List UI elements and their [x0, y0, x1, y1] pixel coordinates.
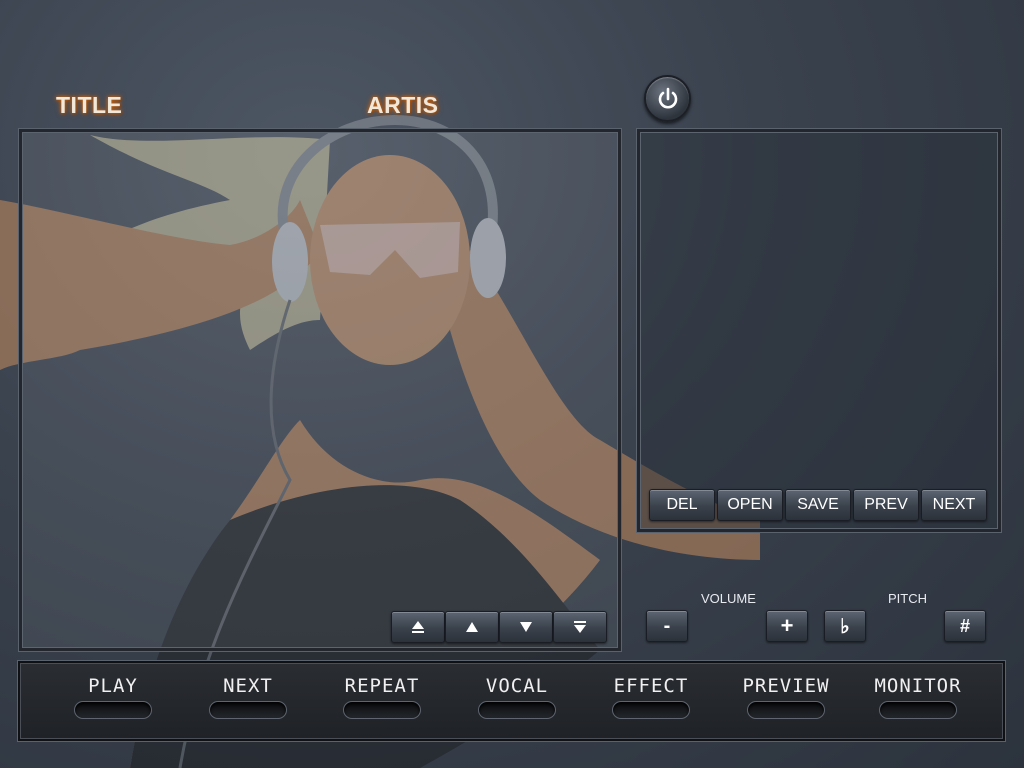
monitor-control[interactable]: MONITOR: [853, 675, 983, 719]
effect-button[interactable]: [612, 701, 690, 719]
monitor-label: MONITOR: [874, 675, 962, 697]
play-button[interactable]: [74, 701, 152, 719]
bottom-control-bar: PLAY NEXT REPEAT VOCAL EFFECT PREVIEW MO…: [18, 661, 1005, 741]
open-button[interactable]: OPEN: [717, 489, 783, 521]
volume-down-button[interactable]: -: [646, 610, 688, 642]
preview-control[interactable]: PREVIEW: [721, 675, 851, 719]
move-up-button[interactable]: [445, 611, 499, 643]
volume-label: VOLUME: [701, 591, 756, 606]
save-button[interactable]: SAVE: [785, 489, 851, 521]
next-track-button[interactable]: [209, 701, 287, 719]
move-top-button[interactable]: [391, 611, 445, 643]
pitch-sharp-button[interactable]: #: [944, 610, 986, 642]
play-label: PLAY: [88, 675, 138, 697]
effect-label: EFFECT: [613, 675, 689, 697]
move-top-icon: [412, 621, 424, 633]
del-button[interactable]: DEL: [649, 489, 715, 521]
pitch-label: PITCH: [888, 591, 927, 606]
preview-label: PREVIEW: [742, 675, 830, 697]
repeat-label: REPEAT: [344, 675, 420, 697]
playlist-panel[interactable]: DEL OPEN SAVE PREV NEXT: [637, 129, 1001, 532]
vocal-label: VOCAL: [485, 675, 549, 697]
next-label: NEXT: [223, 675, 273, 697]
move-up-icon: [466, 622, 478, 632]
power-icon: [658, 87, 677, 108]
move-bottom-button[interactable]: [553, 611, 607, 643]
volume-up-button[interactable]: +: [766, 610, 808, 642]
next-button[interactable]: NEXT: [921, 489, 987, 521]
next-control[interactable]: NEXT: [183, 675, 313, 719]
vocal-control[interactable]: VOCAL: [452, 675, 582, 719]
play-control[interactable]: PLAY: [48, 675, 178, 719]
power-button[interactable]: [644, 75, 691, 122]
move-bottom-icon: [574, 621, 586, 633]
pitch-flat-button[interactable]: ♭: [824, 610, 866, 642]
move-down-button[interactable]: [499, 611, 553, 643]
vocal-button[interactable]: [478, 701, 556, 719]
repeat-button[interactable]: [343, 701, 421, 719]
move-down-icon: [520, 622, 532, 632]
song-list-panel[interactable]: [19, 129, 621, 651]
repeat-control[interactable]: REPEAT: [317, 675, 447, 719]
monitor-button[interactable]: [879, 701, 957, 719]
title-column-label: TITLE: [56, 92, 123, 118]
preview-button[interactable]: [747, 701, 825, 719]
prev-button[interactable]: PREV: [853, 489, 919, 521]
effect-control[interactable]: EFFECT: [586, 675, 716, 719]
artist-column-label: ARTIS: [367, 92, 439, 118]
